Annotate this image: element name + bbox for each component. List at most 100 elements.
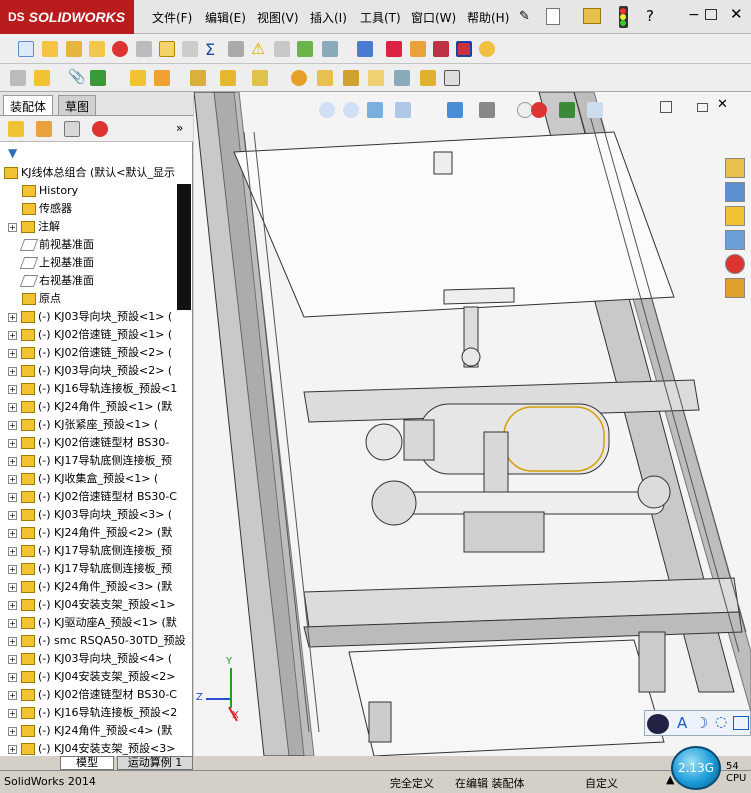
menu-insert[interactable]: 插入(I): [310, 9, 347, 26]
tree-item-component[interactable]: + (-) KJ04安装支架_预設<3>: [8, 740, 175, 756]
expand-toggle-icon[interactable]: +: [8, 528, 17, 538]
display-manager-icon[interactable]: [92, 121, 108, 137]
update-icon[interactable]: [420, 70, 436, 86]
gauge-icon[interactable]: [112, 41, 128, 57]
view-settings-icon[interactable]: [587, 102, 603, 118]
expand-toggle-icon[interactable]: +: [8, 222, 17, 232]
expand-toggle-icon[interactable]: +: [8, 366, 17, 376]
expand-toggle-icon[interactable]: +: [8, 420, 17, 430]
help-icon[interactable]: ?: [646, 7, 654, 25]
tree-item-component[interactable]: + (-) KJ04安装支架_预設<2>: [8, 668, 175, 686]
home-icon[interactable]: [725, 158, 745, 178]
instant3d-icon[interactable]: [394, 70, 410, 86]
pin-icon[interactable]: ✎: [519, 9, 530, 24]
ime-symbol-icon[interactable]: ◌: [715, 714, 727, 730]
tree-item-fixed[interactable]: History: [22, 182, 78, 200]
tree-item-component[interactable]: + (-) KJ02倍速链_预設<1> (: [8, 326, 172, 344]
show-hidden-icon[interactable]: [190, 70, 206, 86]
tree-item-component[interactable]: + (-) KJ16导轨连接板_预設<2: [8, 704, 177, 722]
tools-dropdown-icon[interactable]: [322, 41, 338, 57]
expand-toggle-icon[interactable]: +: [8, 384, 17, 394]
expand-toggle-icon[interactable]: +: [8, 438, 17, 448]
exploded-view-icon[interactable]: [343, 70, 359, 86]
property-manager-icon[interactable]: [36, 121, 52, 137]
edit-appearance-icon[interactable]: [531, 102, 547, 118]
expand-toggle-icon[interactable]: +: [8, 618, 17, 628]
previous-view-icon[interactable]: [367, 102, 383, 118]
filter-icon[interactable]: ▼: [8, 146, 17, 160]
tree-item-fixed[interactable]: 原点: [22, 290, 61, 308]
explode-line-icon[interactable]: [368, 70, 384, 86]
align-icon[interactable]: [274, 41, 290, 57]
expand-chevron-icon[interactable]: »: [176, 121, 183, 135]
expand-toggle-icon[interactable]: +: [8, 474, 17, 484]
memory-gauge[interactable]: 2.13G: [671, 746, 721, 790]
ime-keyboard-icon[interactable]: [733, 716, 749, 730]
tree-item-component[interactable]: + (-) KJ03导向块_预設<2> (: [8, 362, 172, 380]
tree-item-component[interactable]: + (-) KJ04安装支架_预設<1>: [8, 596, 175, 614]
insert-component-icon[interactable]: [10, 70, 26, 86]
check-icon[interactable]: [182, 41, 198, 57]
viewport-split-icon[interactable]: [660, 101, 672, 113]
tree-item-fixed[interactable]: 传感器: [22, 200, 72, 218]
reference-geometry-icon[interactable]: [252, 70, 268, 86]
appearance-icon[interactable]: [433, 41, 449, 57]
warning-icon[interactable]: ⚠: [251, 39, 265, 58]
expand-toggle-icon[interactable]: +: [8, 636, 17, 646]
expand-toggle-icon[interactable]: +: [8, 492, 17, 502]
expand-toggle-icon[interactable]: +: [8, 744, 17, 754]
minimize-icon[interactable]: −: [688, 7, 700, 23]
balance-icon[interactable]: [66, 41, 82, 57]
paperclip-icon[interactable]: 📎: [68, 69, 85, 85]
gear-icon[interactable]: [291, 70, 307, 86]
expand-toggle-icon[interactable]: +: [8, 600, 17, 610]
move-component-icon[interactable]: [154, 70, 170, 86]
expand-toggle-icon[interactable]: +: [8, 348, 17, 358]
expand-toggle-icon[interactable]: +: [8, 564, 17, 574]
tree-item-component[interactable]: + (-) KJ02倍速链_预設<2> (: [8, 344, 172, 362]
bill-of-materials-icon[interactable]: [317, 70, 333, 86]
linear-pattern-icon[interactable]: [90, 70, 106, 86]
tree-item-component[interactable]: + (-) KJ17导轨底侧连接板_预: [8, 560, 172, 578]
menu-window[interactable]: 窗口(W): [411, 9, 456, 26]
menu-file[interactable]: 文件(F): [152, 9, 192, 26]
tree-item-fixed[interactable]: 右视基准面: [19, 272, 94, 290]
new-document-icon[interactable]: [546, 8, 560, 25]
tree-item-component[interactable]: + (-) KJ24角件_预設<2> (默: [8, 524, 172, 542]
open-folder-icon[interactable]: [583, 8, 601, 24]
tab-sketch[interactable]: 草图: [58, 95, 97, 115]
tab-model[interactable]: 模型: [60, 756, 114, 770]
stats-icon[interactable]: [386, 41, 402, 57]
view-palette-icon[interactable]: [725, 230, 745, 250]
file-explorer-icon[interactable]: [725, 206, 745, 226]
expand-toggle-icon[interactable]: +: [8, 690, 17, 700]
edit-icon[interactable]: [42, 41, 58, 57]
expand-toggle-icon[interactable]: +: [8, 456, 17, 466]
assembly-features-icon[interactable]: [220, 70, 236, 86]
ime-lang-icon[interactable]: A: [677, 714, 687, 732]
checkbox-icon[interactable]: [159, 41, 175, 57]
expand-toggle-icon[interactable]: +: [8, 330, 17, 340]
view-orientation-icon[interactable]: [447, 102, 463, 118]
tab-motion-study[interactable]: 运动算例 1: [117, 756, 193, 770]
tree-item-component[interactable]: + (-) KJ24角件_预設<4> (默: [8, 722, 172, 740]
design-library-icon[interactable]: [725, 182, 745, 202]
tree-root-assembly[interactable]: KJ线体总组合 (默认<默认_显示: [4, 164, 175, 182]
expand-toggle-icon[interactable]: +: [8, 708, 17, 718]
smart-fasteners-icon[interactable]: [130, 70, 146, 86]
tree-item-component[interactable]: + (-) KJ03导向块_预設<4> (: [8, 650, 172, 668]
mate-icon[interactable]: [34, 70, 50, 86]
expand-toggle-icon[interactable]: +: [8, 726, 17, 736]
tree-item-component[interactable]: + (-) smc RSQA50-30TD_预設: [8, 632, 186, 650]
menu-help[interactable]: 帮助(H): [467, 9, 509, 26]
display-style-icon[interactable]: [479, 102, 495, 118]
tree-item-component[interactable]: + (-) KJ17导轨底侧连接板_预: [8, 542, 172, 560]
tree-item-component[interactable]: + (-) KJ03导向块_预設<1> (: [8, 308, 172, 326]
spell-check-icon[interactable]: [18, 41, 34, 57]
zoom-to-area-icon[interactable]: [343, 102, 359, 118]
expand-toggle-icon[interactable]: +: [8, 312, 17, 322]
restore-icon[interactable]: [705, 9, 717, 20]
graphics-viewport[interactable]: ✕ Y Z X A ☽ ◌: [194, 92, 751, 756]
expand-toggle-icon[interactable]: +: [8, 546, 17, 556]
viewport-restore-icon[interactable]: [697, 103, 708, 112]
